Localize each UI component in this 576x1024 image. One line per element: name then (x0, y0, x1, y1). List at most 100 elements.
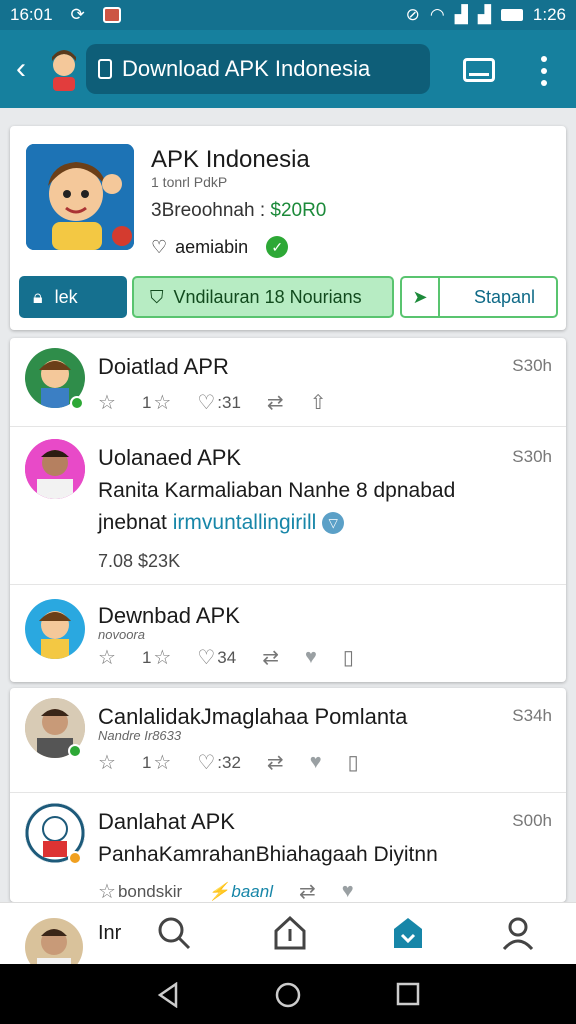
signal-icon: ▟ (454, 5, 468, 24)
download-button-label: Vndilauran 18 Nourians (173, 286, 362, 307)
post-subtitle: Nandre Ir8633 (98, 728, 182, 743)
list-item[interactable]: Danlahat APK S00h PanhaKamrahanBhiahagaa… (10, 792, 566, 904)
list-item[interactable]: Uolanaed APK S30h Ranita Karmaliaban Nan… (10, 426, 566, 584)
like-icon[interactable]: ♥ (305, 646, 317, 669)
feed-card: CanlalidakJmaglahaa Pomlanta S34h Nandre… (10, 688, 566, 904)
post-time: S30h (512, 447, 552, 466)
avatar (25, 439, 85, 499)
post-time: S34h (512, 706, 552, 725)
link-icon: ⚡ (208, 881, 230, 901)
comments[interactable]: ♡:32 (197, 750, 241, 775)
post-actions: ☆ bondskir ⚡ baanl ⇄ ♥ (98, 879, 380, 904)
post-title: Dewnbad APK (98, 603, 240, 628)
post-title: Danlahat APK (98, 809, 235, 834)
post-title: Uolanaed APK (98, 445, 242, 470)
shield-badge-icon: ▽ (322, 512, 345, 535)
repost-icon[interactable]: ⇄ (267, 750, 284, 775)
post-stats: 7.08 $23K (98, 551, 181, 571)
bookmark-icon[interactable]: ▯ (348, 750, 359, 775)
rating[interactable]: 1 ☆ (142, 645, 171, 670)
download-button[interactable]: ⛉ Vndilauran 18 Nourians (132, 276, 394, 318)
tabs-icon[interactable] (463, 58, 495, 82)
system-navigation-bar (0, 964, 576, 1024)
rating[interactable]: 1 ☆ (142, 390, 171, 415)
post-title: CanlalidakJmaglahaa Pomlanta (98, 704, 408, 729)
downloads-icon[interactable] (390, 915, 426, 951)
status-badge (68, 851, 82, 865)
wifi-icon: ◠ (429, 5, 445, 24)
overflow-menu-icon[interactable] (536, 56, 552, 86)
mascot-logo (44, 47, 84, 91)
post-body: PanhaKamrahanBhiahagaah Diyitnn (98, 843, 438, 866)
status-time-left: 16:01 (10, 5, 53, 24)
list-item[interactable]: Doiatlad APR S30h ☆ 1 ☆ ♡:31 ⇄ ⇧ (10, 338, 566, 426)
star-icon: ☆ (98, 881, 116, 903)
back-arrow-icon[interactable]: ‹ (16, 54, 42, 84)
share-button[interactable]: ➤ Stapanl (400, 276, 558, 318)
body-text: jnebnat (98, 511, 167, 534)
comment-count: :32 (217, 752, 241, 772)
share-icon[interactable]: ⇧ (310, 390, 327, 415)
star-icon[interactable]: ☆ (98, 750, 116, 775)
price-value: $20R0 (270, 200, 327, 221)
meta-link[interactable]: ⚡ baanl (208, 882, 273, 902)
back-triangle-icon[interactable] (156, 981, 180, 1013)
verified-check-icon: ✓ (266, 236, 289, 258)
like-icon[interactable]: ♥ (310, 751, 322, 774)
sync-icon: ⟳ (70, 5, 85, 24)
app-title: APK Indonesia (151, 146, 310, 173)
recents-square-icon[interactable] (396, 982, 420, 1011)
post-actions: ☆ 1 ☆ ♡:32 ⇄ ♥ ▯ (98, 750, 385, 775)
list-item[interactable]: Dewnbad APK novoora ☆ 1 ☆ ♡ 34 ⇄ ♥ ▯ (10, 584, 566, 682)
post-time: S00h (512, 811, 552, 830)
post-body-line2: jnebnat irmvuntallingirill ▽ (98, 511, 345, 535)
body-link[interactable]: irmvuntallingirill (173, 511, 317, 534)
rating-value: 1 (141, 752, 152, 772)
url-text: Download APK Indonesia (122, 56, 371, 81)
feed-card: Doiatlad APR S30h ☆ 1 ☆ ♡:31 ⇄ ⇧ Uolanaed… (10, 338, 566, 682)
lock-icon (98, 59, 112, 79)
comments[interactable]: ♡ 34 (197, 645, 236, 670)
avatar (25, 599, 85, 659)
rating[interactable]: 1 ☆ (142, 750, 171, 775)
signal2-icon: ▟ (477, 5, 491, 24)
star-icon[interactable]: ☆ (98, 645, 116, 670)
repost-icon[interactable]: ⇄ (262, 645, 279, 670)
list-item[interactable]: CanlalidakJmaglahaa Pomlanta S34h Nandre… (10, 688, 566, 792)
heart-icon: ♡ (197, 392, 216, 414)
search-icon[interactable] (156, 915, 192, 951)
heart-icon: ♡ (197, 752, 216, 774)
comment-icon: ♡ (151, 236, 168, 257)
status-bar: 16:01 ⟳ ⊘ ◠ ▟ ▟ 1:26 (0, 0, 576, 30)
profile-icon[interactable] (500, 915, 536, 951)
post-actions: ☆ 1 ☆ ♡:31 ⇄ ⇧ (98, 390, 352, 415)
rating-value: 1 (141, 647, 152, 667)
repost-icon[interactable]: ⇄ (299, 879, 316, 904)
status-time-right: 1:26 (532, 5, 566, 24)
shield-icon: ⛉ (150, 286, 164, 307)
post-body: Ranita Karmaliaban Nanhe 8 dpnabad (98, 479, 456, 502)
bookmark-icon[interactable]: ▯ (343, 645, 354, 670)
star-icon[interactable]: ☆ (98, 390, 116, 415)
post-subtitle: novoora (98, 627, 145, 642)
repost-icon[interactable]: ⇄ (267, 390, 284, 415)
meta-text: aemiabin (175, 236, 249, 257)
meta-text: bondskir (117, 881, 183, 901)
app-price: 3Breoohnah : $20R0 (151, 200, 326, 222)
bottom-navigation (0, 902, 576, 964)
like-icon[interactable]: ♥ (342, 880, 354, 903)
star-icon: ☆ (153, 647, 172, 669)
post-time: S30h (512, 356, 552, 375)
rating-value: 1 (141, 392, 152, 412)
url-bar[interactable]: Download APK Indonesia (86, 44, 430, 94)
home-icon[interactable] (272, 915, 308, 951)
comment-count: 34 (217, 647, 237, 667)
comments[interactable]: ♡:31 (197, 390, 241, 415)
share-button-label: Stapanl (474, 286, 536, 307)
padlock-icon: 🔒︎ (33, 286, 43, 307)
app-meta: ♡ aemiabin ✓ (151, 236, 289, 258)
lock-button[interactable]: 🔒︎ lek (19, 276, 127, 318)
star-icon: ☆ (153, 752, 172, 774)
home-circle-icon[interactable] (275, 982, 301, 1013)
online-badge (70, 396, 84, 410)
